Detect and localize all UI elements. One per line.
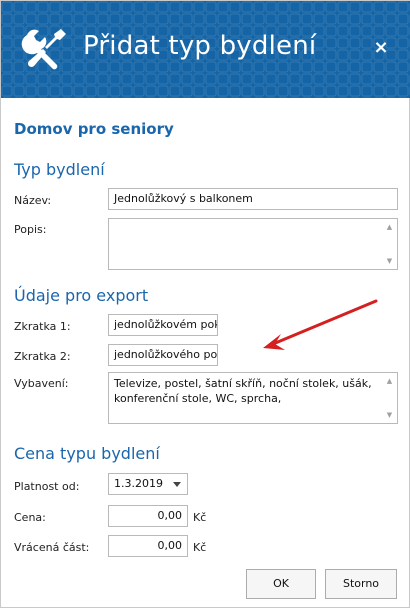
equipment-label: Vybavení: <box>14 377 69 390</box>
name-field[interactable]: Jednolůžkový s balkonem <box>108 188 398 210</box>
scroll-down-icon[interactable]: ▼ <box>382 409 397 421</box>
refund-label: Vrácená část: <box>14 541 90 554</box>
price-label: Cena: <box>14 511 46 524</box>
refund-field[interactable]: 0,00 <box>108 535 188 557</box>
section-title-price: Cena typu bydlení <box>14 444 160 463</box>
ok-button[interactable]: OK <box>246 569 316 599</box>
scroll-down-icon[interactable]: ▼ <box>382 255 397 267</box>
name-label: Název: <box>14 194 52 207</box>
abbreviation2-label: Zkratka 2: <box>14 350 71 363</box>
scroll-up-icon[interactable]: ▲ <box>382 221 397 233</box>
price-field[interactable]: 0,00 <box>108 505 188 527</box>
section-title-export: Údaje pro export <box>14 286 149 305</box>
description-field[interactable]: ▲ ▼ <box>108 218 398 270</box>
title-bar[interactable]: Přidat typ bydlení × <box>1 1 410 98</box>
organization-name: Domov pro seniory <box>14 120 174 138</box>
refund-currency: Kč <box>193 541 207 554</box>
cancel-button[interactable]: Storno <box>325 569 397 599</box>
close-button[interactable]: × <box>370 37 392 59</box>
equipment-field[interactable]: Televize, postel, šatní skříň, noční sto… <box>108 372 398 424</box>
section-title-housing-type: Typ bydlení <box>14 160 105 179</box>
valid-from-value: 1.3.2019 <box>114 477 163 490</box>
abbreviation2-field[interactable]: jednolůžkového pokoj <box>108 344 218 366</box>
description-scrollbar[interactable]: ▲ ▼ <box>382 219 397 269</box>
abbreviation1-field[interactable]: jednolůžkovém pokoji <box>108 314 218 336</box>
equipment-scrollbar[interactable]: ▲ ▼ <box>382 373 397 423</box>
abbreviation1-label: Zkratka 1: <box>14 320 71 333</box>
add-housing-type-dialog: Přidat typ bydlení × Domov pro seniory T… <box>0 0 410 608</box>
valid-from-label: Platnost od: <box>14 480 80 493</box>
valid-from-date-picker[interactable]: 1.3.2019 <box>108 473 188 495</box>
dialog-title: Přidat typ bydlení <box>83 31 317 61</box>
scroll-up-icon[interactable]: ▲ <box>382 375 397 387</box>
price-currency: Kč <box>193 511 207 524</box>
description-label: Popis: <box>14 223 47 236</box>
chevron-down-icon[interactable] <box>173 482 181 487</box>
equipment-text: Televize, postel, šatní skříň, noční sto… <box>114 377 372 405</box>
annotation-arrow-icon <box>263 299 378 350</box>
wrench-screwdriver-icon <box>21 29 66 70</box>
